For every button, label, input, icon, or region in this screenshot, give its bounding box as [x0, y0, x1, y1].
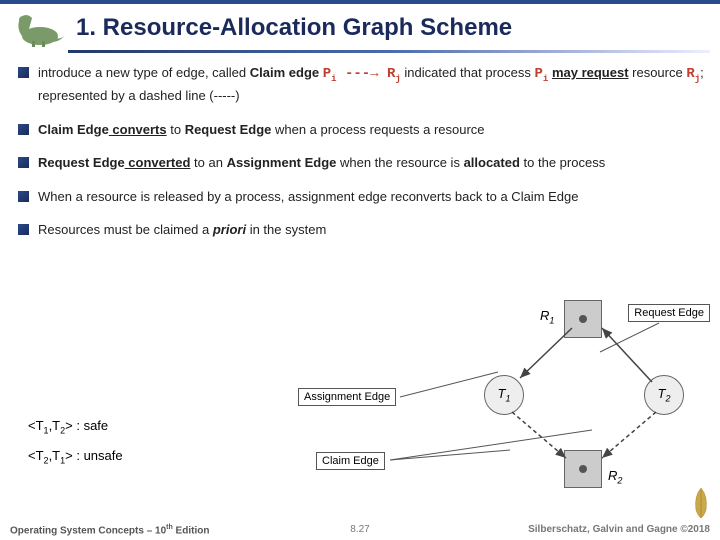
resource-allocation-diagram: R1 R2 T1 T2 [464, 300, 714, 490]
bullet-2: Claim Edge converts to Request Edge when… [18, 120, 706, 140]
bullet-icon [18, 191, 29, 202]
resource-r1 [564, 300, 602, 338]
bullet-icon [18, 67, 29, 78]
footer-right: Silberschatz, Galvin and Gagne ©2018 [528, 524, 710, 536]
assignment-edge-label: Assignment Edge [298, 388, 396, 406]
slide-content: introduce a new type of edge, called Cla… [0, 53, 720, 240]
resource-r1-label: R1 [540, 308, 554, 326]
bullet-text: introduce a new type of edge, called Cla… [38, 63, 706, 106]
dinosaur-icon [8, 8, 68, 48]
sequence-unsafe: <T2,T1> : unsafe [28, 448, 123, 466]
feather-icon [688, 486, 714, 520]
bullet-icon [18, 224, 29, 235]
bullet-4: When a resource is released by a process… [18, 187, 706, 207]
footer-left: Operating System Concepts – 10th Edition [10, 524, 209, 536]
bullet-5: Resources must be claimed a priori in th… [18, 220, 706, 240]
bullet-icon [18, 124, 29, 135]
claim-edge-label: Claim Edge [316, 452, 385, 470]
resource-r2 [564, 450, 602, 488]
bullet-text: When a resource is released by a process… [38, 187, 706, 207]
process-t1: T1 [484, 375, 524, 415]
bullet-3: Request Edge converted to an Assignment … [18, 153, 706, 173]
slide-header: 1. Resource-Allocation Graph Scheme [0, 0, 720, 48]
process-t2: T2 [644, 375, 684, 415]
bullet-text: Request Edge converted to an Assignment … [38, 153, 706, 173]
footer-slide-number: 8.27 [350, 524, 369, 535]
bullet-text: Claim Edge converts to Request Edge when… [38, 120, 706, 140]
sequence-safe: <T1,T2> : safe [28, 418, 108, 436]
resource-r2-label: R2 [608, 468, 622, 486]
bullet-icon [18, 157, 29, 168]
slide-title: 1. Resource-Allocation Graph Scheme [76, 14, 512, 42]
bullet-text: Resources must be claimed a priori in th… [38, 220, 706, 240]
slide-footer: Operating System Concepts – 10th Edition… [0, 524, 720, 536]
bullet-1: introduce a new type of edge, called Cla… [18, 63, 706, 106]
